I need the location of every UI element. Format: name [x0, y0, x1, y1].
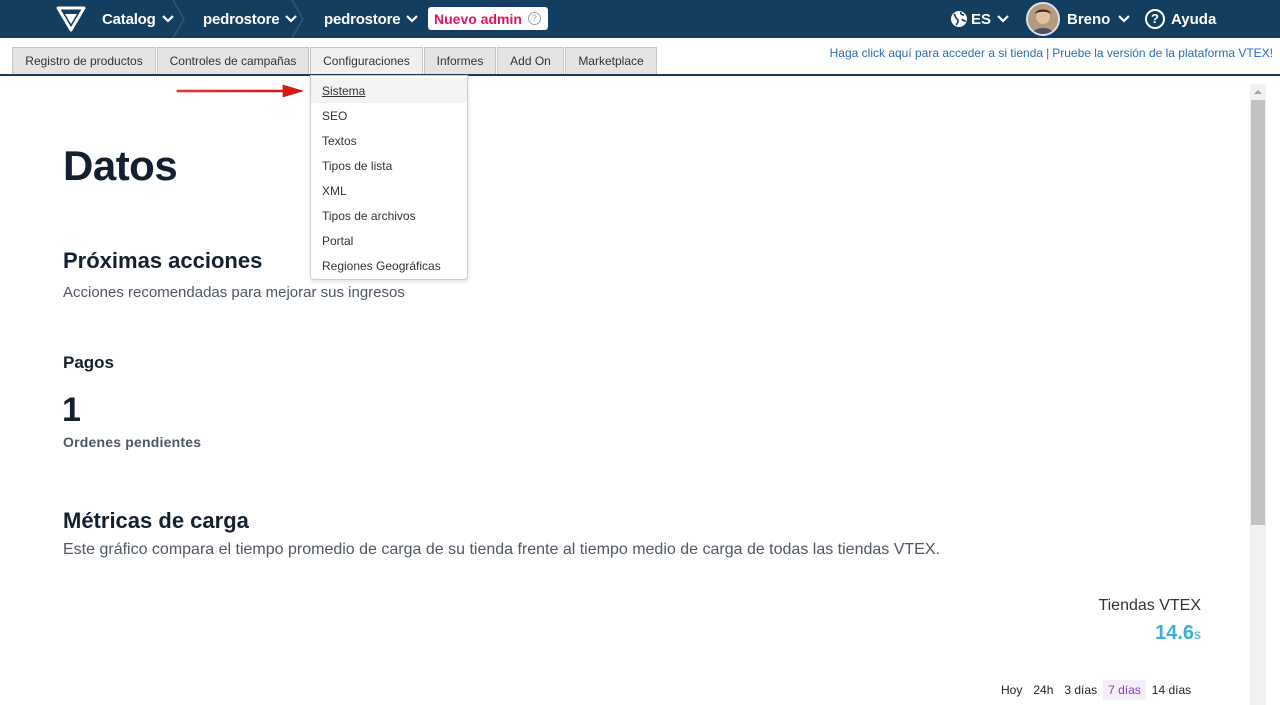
vtex-stores-value: 14.6s — [1155, 622, 1201, 645]
menu-item-sistema[interactable]: Sistema — [311, 78, 467, 103]
next-actions-subtitle: Acciones recomendadas para mejorar sus i… — [63, 284, 405, 301]
range-14-dias[interactable]: 14 días — [1147, 680, 1196, 700]
nuevo-admin-label: Nuevo admin — [434, 10, 522, 27]
language-selector[interactable]: ES — [950, 0, 1012, 38]
red-arrow-icon — [176, 84, 305, 98]
vtex-stores-label: Tiendas VTEX — [1098, 597, 1201, 614]
breadcrumb-catalog[interactable]: Catalog — [102, 0, 174, 38]
range-hoy[interactable]: Hoy — [996, 680, 1027, 700]
tab-controles-de-campanas[interactable]: Controles de campañas — [157, 47, 309, 74]
menu-item-tipos-de-lista[interactable]: Tipos de lista — [311, 153, 467, 178]
chevron-down-icon — [997, 15, 1009, 23]
help-icon: ? — [1145, 9, 1165, 29]
page-title: Datos — [63, 142, 178, 189]
tab-label: Informes — [436, 54, 484, 68]
breadcrumb-store-label: pedrostore — [324, 10, 401, 28]
range-7-dias[interactable]: 7 días — [1103, 680, 1146, 700]
payments-heading: Pagos — [63, 353, 115, 372]
vtex-load-unit: s — [1194, 626, 1201, 642]
range-3-dias[interactable]: 3 días — [1059, 680, 1102, 700]
try-platform-link[interactable]: Pruebe la versión de la plataforma VTEX! — [1052, 46, 1273, 60]
breadcrumb-separator-icon — [291, 0, 304, 38]
tab-informes[interactable]: Informes — [424, 47, 496, 74]
language-label: ES — [971, 10, 992, 28]
help-label: Ayuda — [1171, 10, 1217, 28]
load-metrics-heading: Métricas de carga — [63, 508, 249, 533]
scrollbar-thumb[interactable] — [1251, 100, 1265, 525]
chevron-down-icon — [406, 15, 419, 23]
tab-label: Add On — [510, 54, 551, 68]
globe-icon — [951, 11, 967, 27]
nuevo-admin-button[interactable]: Nuevo admin ? — [428, 7, 548, 30]
tab-marketplace[interactable]: Marketplace — [565, 47, 657, 74]
user-menu[interactable]: Breno — [1067, 0, 1131, 38]
menu-item-tipos-de-archivos[interactable]: Tipos de archivos — [311, 203, 467, 228]
time-range-selector: Hoy 24h 3 días 7 días 14 días — [996, 680, 1197, 700]
breadcrumb-account-label: pedrostore — [203, 10, 280, 28]
help-link[interactable]: ? Ayuda — [1145, 0, 1216, 38]
pending-orders-count: 1 — [62, 391, 81, 429]
breadcrumb-catalog-label: Catalog — [102, 10, 156, 28]
vtex-load-time: 14.6 — [1155, 622, 1194, 644]
tab-label: Registro de productos — [25, 54, 143, 68]
link-separator: | — [1046, 46, 1050, 60]
user-name: Breno — [1067, 10, 1111, 28]
question-icon[interactable]: ? — [527, 12, 541, 25]
tab-add-on[interactable]: Add On — [497, 47, 564, 74]
store-links: Haga click aquí para acceder a si tienda… — [830, 46, 1273, 60]
tab-label: Controles de campañas — [169, 54, 297, 68]
tab-registro-de-productos[interactable]: Registro de productos — [12, 47, 156, 74]
menu-item-xml[interactable]: XML — [311, 178, 467, 203]
load-metrics-description: Este gráfico compara el tiempo promedio … — [63, 541, 940, 558]
top-navbar: Catalog pedrostore pedrostore Nuevo admi… — [0, 0, 1280, 38]
pending-orders-label: Ordenes pendientes — [63, 434, 202, 450]
tab-label: Configuraciones — [323, 54, 410, 68]
breadcrumb-separator-icon — [172, 0, 185, 38]
tab-bar: Registro de productos Controles de campa… — [0, 38, 1280, 76]
menu-item-textos[interactable]: Textos — [311, 128, 467, 153]
tab-label: Marketplace — [578, 54, 644, 68]
chevron-down-icon — [1118, 15, 1131, 23]
scroll-up-arrow-icon[interactable] — [1250, 84, 1266, 100]
menu-item-regiones-geograficas[interactable]: Regiones Geográficas — [311, 253, 467, 278]
menu-item-portal[interactable]: Portal — [311, 228, 467, 253]
access-store-link[interactable]: Haga click aquí para acceder a si tienda — [830, 46, 1043, 60]
menu-item-seo[interactable]: SEO — [311, 103, 467, 128]
vtex-logo-icon[interactable] — [56, 6, 86, 32]
range-24h[interactable]: 24h — [1028, 680, 1058, 700]
breadcrumb-account[interactable]: pedrostore — [203, 0, 298, 38]
breadcrumb-store[interactable]: pedrostore — [324, 0, 419, 38]
next-actions-heading: Próximas acciones — [63, 248, 263, 273]
tab-configuraciones[interactable]: Configuraciones — [310, 47, 423, 74]
user-photo-icon — [1028, 4, 1058, 34]
avatar[interactable] — [1026, 2, 1060, 36]
configuraciones-dropdown: Sistema SEO Textos Tipos de lista XML Ti… — [310, 75, 468, 280]
